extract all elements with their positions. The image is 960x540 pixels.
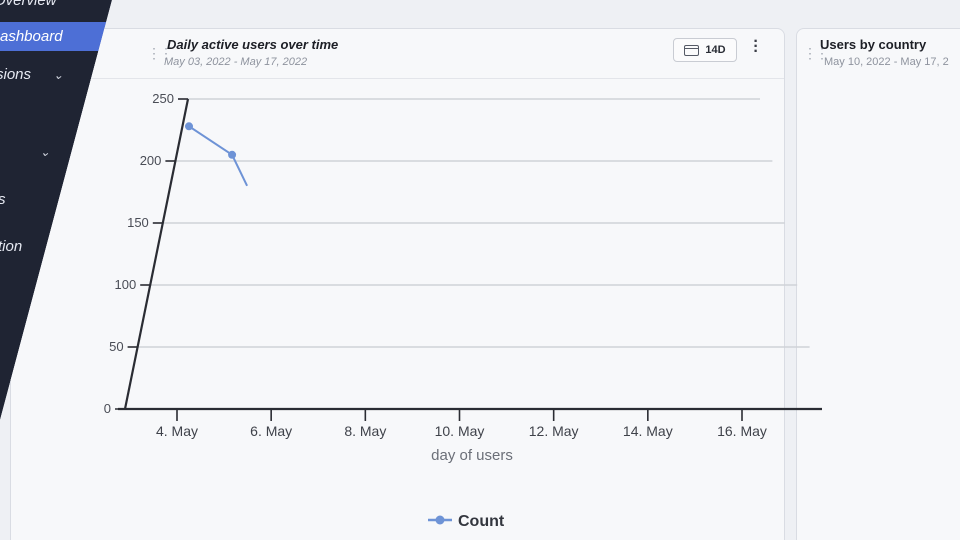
chevron-down-icon: ⌄ <box>53 68 64 82</box>
y-tick-label: 200 <box>140 153 162 168</box>
data-point <box>185 122 193 131</box>
sidebar-item-label: Overview <box>0 0 57 9</box>
sidebar-item-label: ashboard <box>0 28 63 45</box>
sidebar-item-label: s <box>0 191 6 208</box>
x-tick-label: 12. May <box>529 423 579 439</box>
sidebar-item-sessions[interactable]: sions ⌄ <box>0 66 63 83</box>
x-axis-label: day of users <box>431 447 513 464</box>
y-tick-label: 50 <box>109 339 123 354</box>
legend-label: Count <box>458 513 505 530</box>
x-tick-label: 4. May <box>156 423 198 439</box>
sidebar-item-tion[interactable]: tion <box>0 238 22 255</box>
y-tick-label: 150 <box>127 215 149 230</box>
dashboard-canvas: ⋮⋮ Daily active users over time May 03, … <box>0 0 960 540</box>
sidebar-item-s[interactable]: s <box>0 191 6 208</box>
line-chart: 0 50 100 150 200 250 4. May 6. May 8. May 10. May… <box>104 91 822 530</box>
sidebar-item-dashboard[interactable]: ashboard <box>0 22 108 51</box>
x-tick-label: 14. May <box>623 423 673 439</box>
sidebar-item-label: sions <box>0 66 32 83</box>
series-line-count <box>188 125 248 187</box>
sidebar-item-overview[interactable]: Overview <box>0 0 57 9</box>
x-tick-label: 8. May <box>344 423 386 439</box>
legend-marker <box>435 515 445 525</box>
y-tick-label: 0 <box>104 401 111 416</box>
y-tick-label: 100 <box>114 277 136 292</box>
chevron-down-icon: ⌄ <box>40 145 51 159</box>
sidebar-item-label: tion <box>0 238 23 255</box>
x-tick-label: 16. May <box>717 423 767 439</box>
y-tick-label: 250 <box>152 91 174 106</box>
data-point <box>228 150 237 159</box>
x-tick-label: 10. May <box>435 423 485 439</box>
x-tick-label: 6. May <box>250 423 292 439</box>
sidebar-item-group[interactable]: ⌄ <box>30 143 50 160</box>
y-axis <box>123 98 190 410</box>
